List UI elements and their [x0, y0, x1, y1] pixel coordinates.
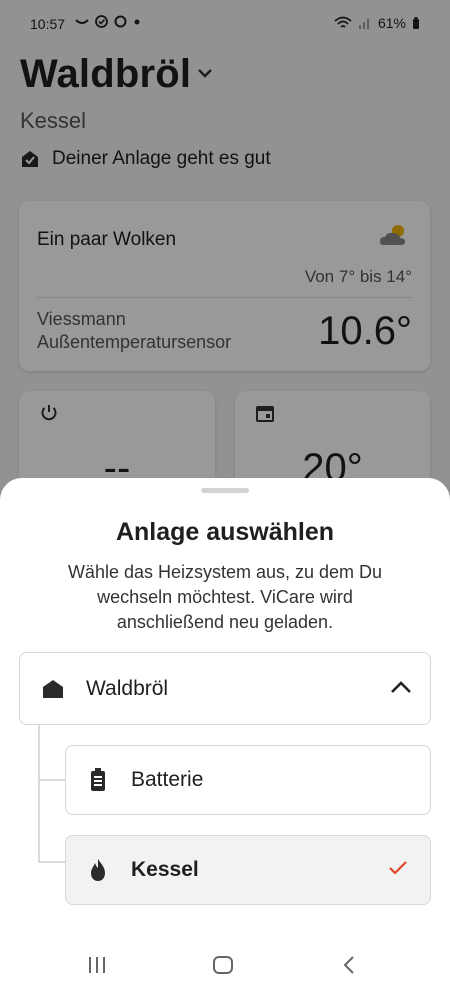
recent-apps-icon[interactable]: [86, 955, 108, 975]
option-kessel[interactable]: Kessel: [65, 835, 431, 905]
bottom-sheet: Anlage auswählen Wähle das Heizsystem au…: [0, 478, 450, 999]
flame-icon: [91, 859, 105, 881]
installation-group[interactable]: Waldbröl: [19, 652, 431, 725]
back-icon[interactable]: [340, 955, 358, 975]
house-icon: [43, 680, 63, 698]
tree-connector: [38, 724, 65, 863]
sheet-description: Wähle das Heizsystem aus, zu dem Du wech…: [67, 562, 383, 632]
battery-icon: [91, 768, 105, 791]
check-icon: [389, 861, 407, 875]
installation-group-label: Waldbröl: [86, 677, 169, 700]
sheet-title: Anlage auswählen: [115, 518, 335, 546]
home-icon[interactable]: [212, 955, 234, 975]
drag-handle[interactable]: [201, 488, 249, 493]
option-label: Kessel: [131, 858, 199, 881]
option-label: Batterie: [131, 768, 204, 791]
option-batterie[interactable]: Batterie: [65, 745, 431, 815]
system-nav-bar: [0, 943, 450, 999]
chevron-up-icon[interactable]: [390, 680, 412, 694]
